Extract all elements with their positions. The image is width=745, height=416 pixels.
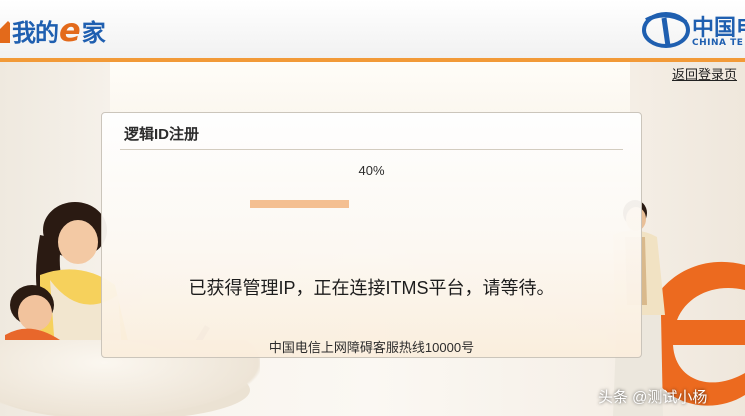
header-accent-line [0, 58, 745, 62]
progress-percent: 40% [358, 163, 385, 178]
panel-title: 逻辑ID注册 [124, 126, 200, 143]
china-telecom-icon [642, 12, 690, 48]
status-message: 已获得管理IP，正在连接ITMS平台，请等待。 [188, 278, 555, 298]
title-divider [120, 149, 623, 150]
china-telecom-logo: 中国电 CHINA TE [640, 6, 745, 52]
logo-text-e: e [59, 11, 81, 49]
progress-bar [250, 200, 498, 208]
support-hotline: 中国电信上网障碍客服热线10000号 [268, 340, 475, 355]
watermark: 头条 @测试小杨 [598, 389, 708, 406]
logo-text-jia: 家 [81, 18, 106, 47]
brand-name-en: CHINA TE [692, 38, 744, 48]
progress-bar-fill [250, 200, 350, 208]
logo-text-wode: 我的 [12, 18, 59, 47]
house-icon [0, 21, 10, 43]
my-ehome-logo: 我的 e 家 [0, 10, 106, 50]
back-to-login-link[interactable]: 返回登录页 [672, 64, 737, 83]
registration-panel: 逻辑ID注册 40% 已获得管理IP，正在连接ITMS平台，请等待。 中国电信上… [101, 112, 642, 358]
header-bar: 我的 e 家 中国电 CHINA TE [0, 0, 745, 58]
